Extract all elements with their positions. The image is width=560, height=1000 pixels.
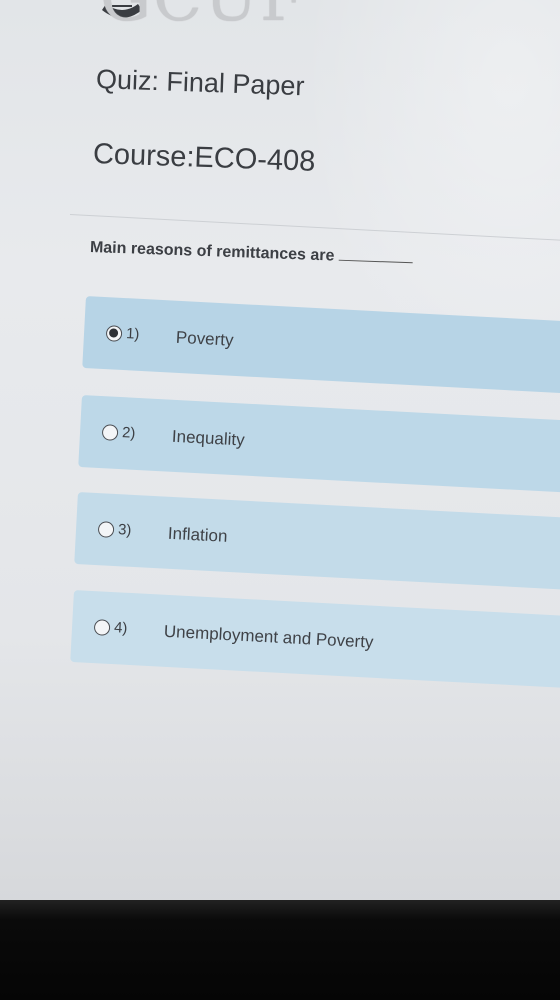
option-number: 1) [125, 325, 140, 343]
radio-button[interactable] [97, 521, 115, 538]
radio-button[interactable] [101, 424, 119, 441]
answer-option-2[interactable]: 2) Inequality [78, 395, 560, 495]
section-divider [69, 214, 560, 243]
answer-option-1[interactable]: 1) Poverty [82, 296, 560, 396]
monitor-bezel [0, 900, 560, 1000]
option-label: Poverty [175, 327, 235, 350]
question-label: Main reasons of remittances are [89, 239, 335, 265]
radio-button-selected[interactable] [105, 325, 123, 342]
option-number: 4) [113, 619, 128, 637]
quiz-screen: GCUF Quiz: Final Paper Course:ECO-408 Ma… [0, 0, 560, 905]
question-text: Main reasons of remittances are [90, 238, 413, 268]
university-logo-text: GCUF [100, 0, 306, 36]
option-label: Inequality [171, 426, 246, 450]
option-number: 2) [121, 424, 136, 442]
option-number: 3) [117, 521, 132, 539]
question-blank [338, 246, 413, 264]
option-label: Unemployment and Poverty [163, 621, 374, 652]
answer-option-3[interactable]: 3) Inflation [74, 492, 560, 592]
answer-option-4[interactable]: 4) Unemployment and Poverty [70, 590, 560, 690]
option-label: Inflation [167, 523, 228, 546]
radio-button[interactable] [93, 619, 111, 636]
course-title: Course:ECO-408 [92, 138, 316, 178]
quiz-title: Quiz: Final Paper [95, 64, 306, 102]
